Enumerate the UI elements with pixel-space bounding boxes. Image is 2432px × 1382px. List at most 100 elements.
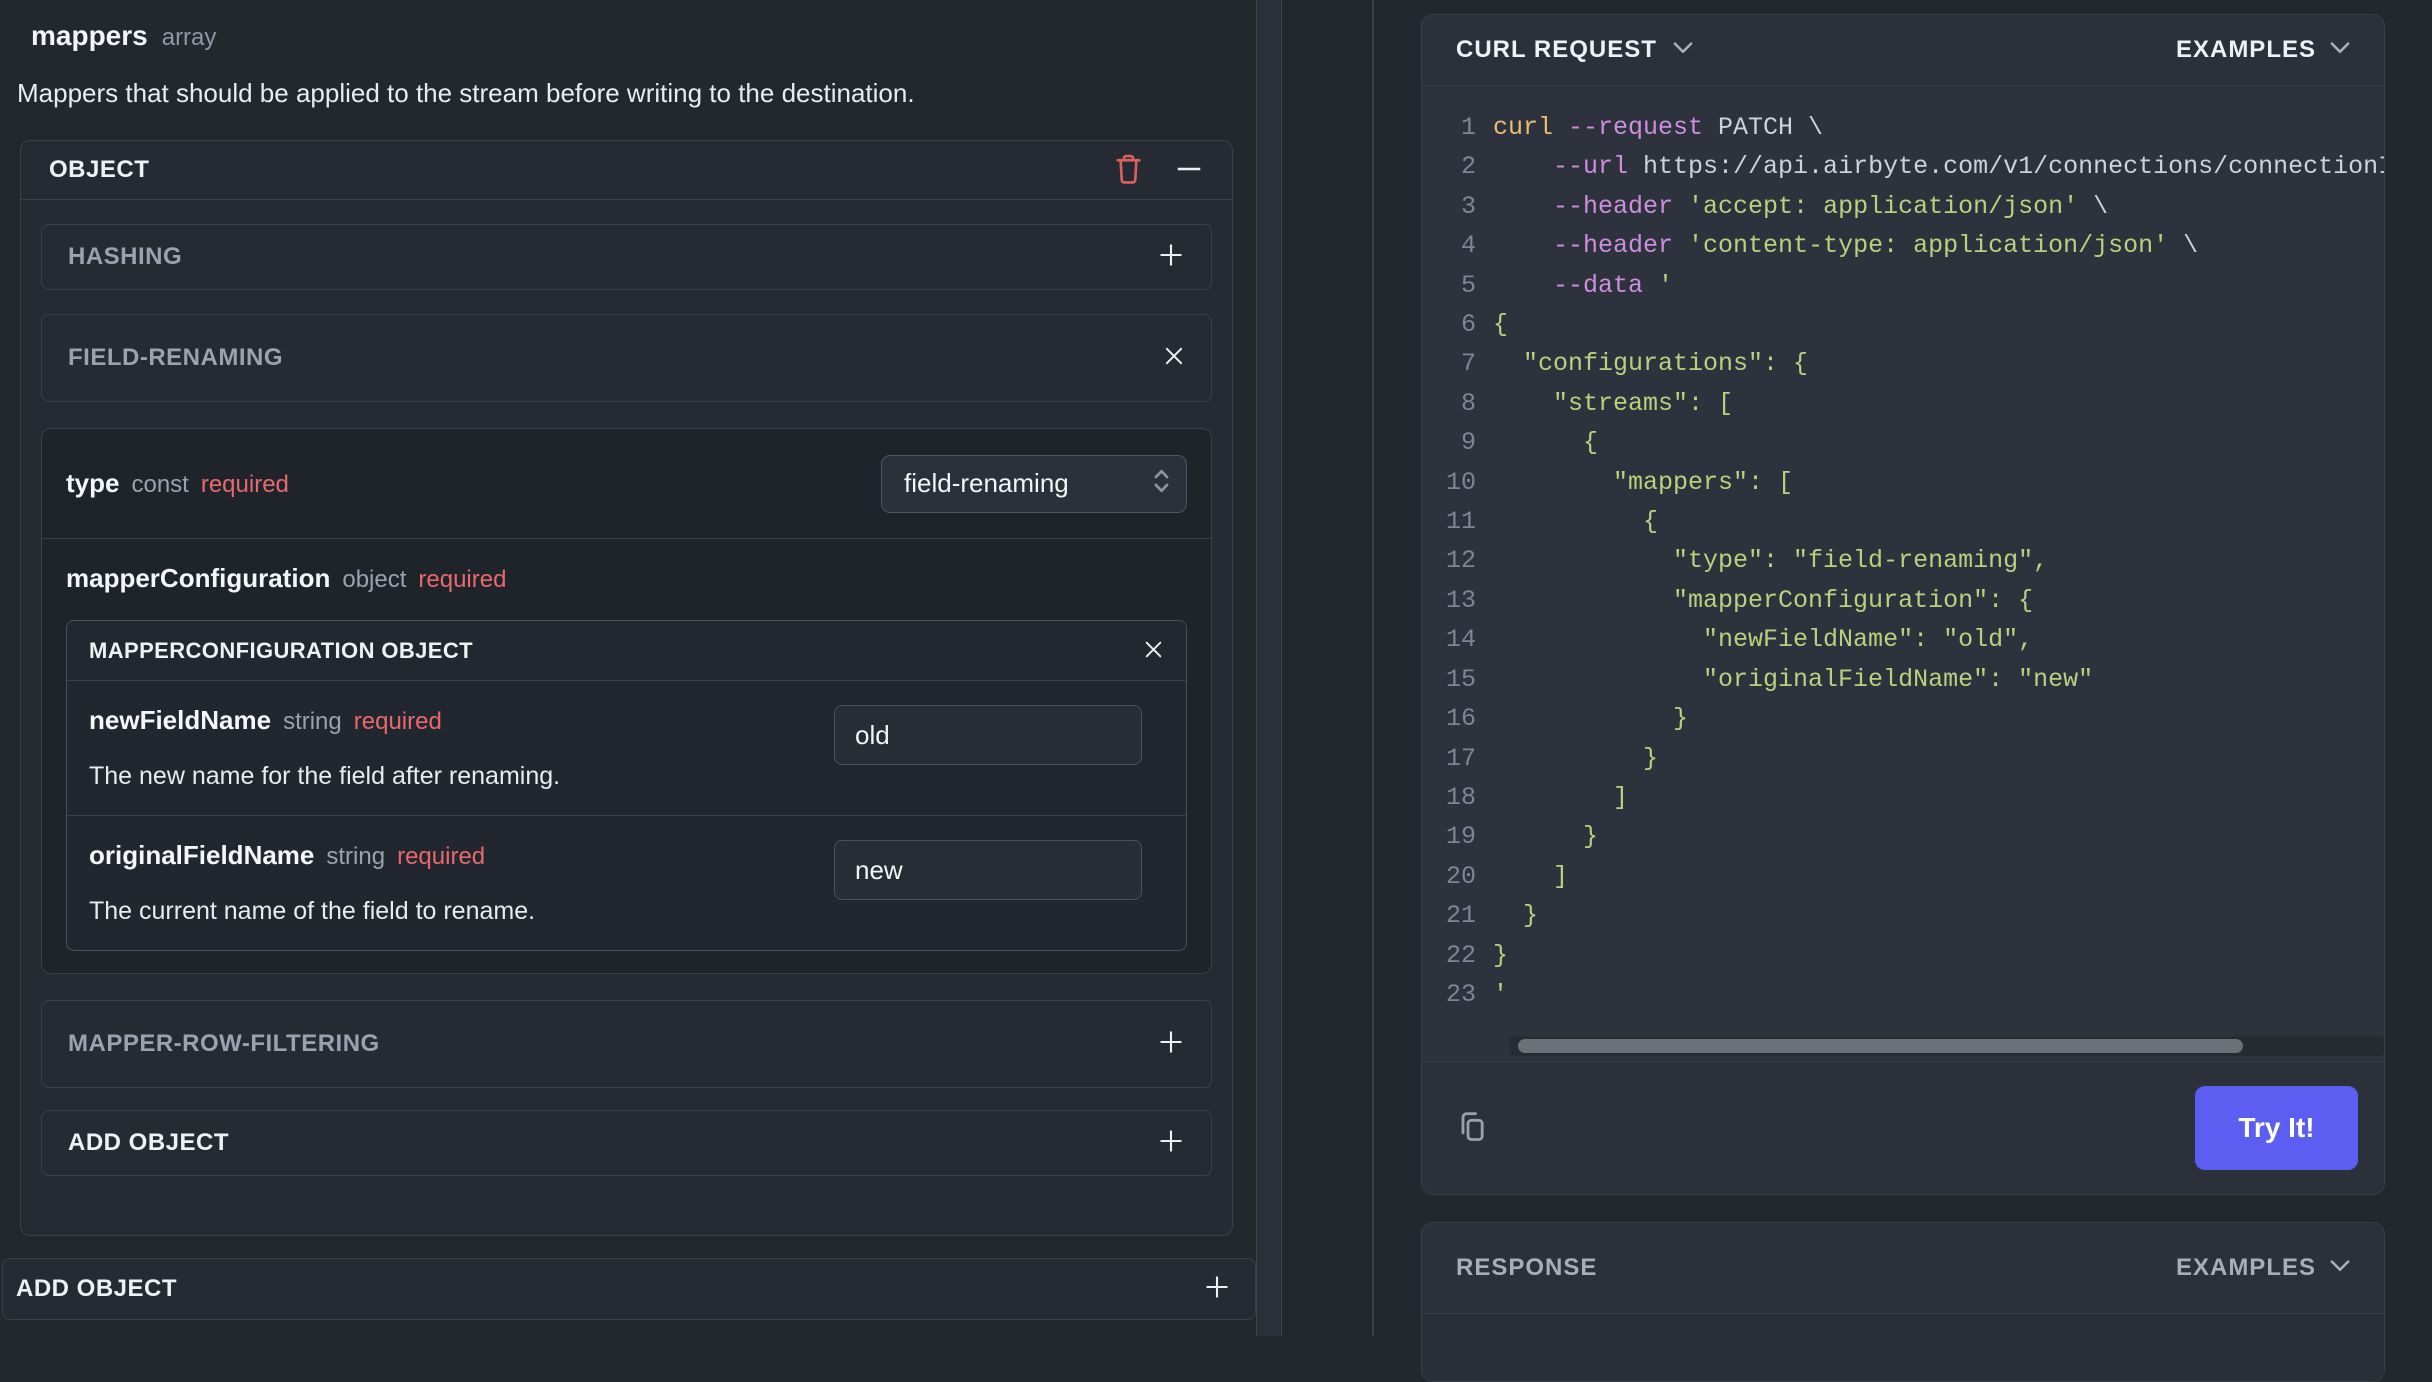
line-number: 8 <box>1460 388 1476 418</box>
line-number: 11 <box>1445 507 1476 537</box>
try-it-button[interactable]: Try It! <box>2195 1086 2358 1170</box>
mapper-configuration-object-header: MAPPERCONFIGURATION OBJECT <box>67 621 1186 681</box>
mapper-row-filtering-label: MAPPER-ROW-FILTERING <box>68 1030 380 1057</box>
mapper-configuration-heading: mapperConfiguration object required <box>66 563 1187 594</box>
code-line: 20 ] <box>1438 857 2384 896</box>
line-number: 14 <box>1445 625 1476 655</box>
property-name: mapperConfiguration <box>66 563 331 593</box>
type-property-heading: type const required <box>66 468 289 499</box>
line-number: 21 <box>1445 901 1476 931</box>
code-line: 19 } <box>1438 817 2384 856</box>
property-name: originalFieldName <box>89 840 315 870</box>
column-resizer[interactable] <box>1256 0 1282 1336</box>
line-number: 13 <box>1445 585 1476 615</box>
close-mapper-configuration-button[interactable] <box>1143 639 1164 663</box>
curl-request-title: CURL REQUEST <box>1456 36 1657 63</box>
code-line: 9 { <box>1438 423 2384 462</box>
mapper-configuration-row: mapperConfiguration object required MAPP… <box>42 539 1211 973</box>
close-icon <box>1163 345 1185 372</box>
code-line: 2 --url https://api.airbyte.com/v1/conne… <box>1438 147 2384 186</box>
object-card-body: HASHING FIELD-RENAMING type const requir… <box>21 200 1232 1176</box>
object-card: OBJECT HASHING FIELD-RENAMING type const… <box>20 140 1233 1236</box>
field-description: Mappers that should be applied to the st… <box>17 78 915 108</box>
minus-icon <box>1174 154 1204 187</box>
code-line: 16 } <box>1438 699 2384 738</box>
horizontal-scrollbar-thumb[interactable] <box>1518 1039 2243 1053</box>
delete-object-button[interactable] <box>1113 152 1144 188</box>
mapper-row-filtering-option[interactable]: MAPPER-ROW-FILTERING <box>41 1000 1212 1088</box>
response-examples-dropdown[interactable]: EXAMPLES <box>2176 1254 2350 1282</box>
response-header: RESPONSE EXAMPLES <box>1422 1223 2384 1314</box>
line-number: 10 <box>1445 467 1476 497</box>
plus-icon <box>1157 1127 1185 1160</box>
hashing-label: HASHING <box>68 243 183 270</box>
code-line: 1 curl --request PATCH \ <box>1438 108 2384 147</box>
property-description: The current name of the field to rename. <box>89 897 536 925</box>
line-number: 16 <box>1445 704 1476 734</box>
type-select[interactable]: field-renaming <box>881 454 1187 513</box>
curl-request-panel: CURL REQUEST EXAMPLES 1 curl --request PA… <box>1421 14 2385 1195</box>
code-line: 15 "originalFieldName": "new" <box>1438 660 2384 699</box>
line-number: 18 <box>1445 782 1476 812</box>
line-number: 4 <box>1460 231 1476 261</box>
code-column: CURL REQUEST EXAMPLES 1 curl --request PA… <box>1374 0 2432 1382</box>
property-description: The new name for the field after renamin… <box>89 762 561 790</box>
line-number: 17 <box>1445 743 1476 773</box>
type-property-row: type const required field-renaming <box>42 429 1211 539</box>
type-select-value: field-renaming <box>904 468 1069 498</box>
code-line: 13 "mapperConfiguration": { <box>1438 581 2384 620</box>
original-field-name-row: originalFieldName string required The cu… <box>67 815 1186 950</box>
collapse-object-button[interactable] <box>1174 154 1204 187</box>
code-line: 3 --header 'accept: application/json' \ <box>1438 187 2384 226</box>
code-line: 6{ <box>1438 305 2384 344</box>
code-line: 8 "streams": [ <box>1438 384 2384 423</box>
code-line: 22} <box>1438 936 2384 975</box>
response-body <box>1422 1314 2384 1381</box>
required-badge: required <box>397 843 486 870</box>
code-line: 5 --data ' <box>1438 266 2384 305</box>
line-number: 22 <box>1445 940 1476 970</box>
required-badge: required <box>353 708 442 735</box>
new-field-name-row: newFieldName string required The new nam… <box>67 681 1186 815</box>
field-renaming-option[interactable]: FIELD-RENAMING <box>41 314 1212 402</box>
add-object-outer-button[interactable]: ADD OBJECT <box>2 1258 1256 1320</box>
chevron-down-icon <box>2330 1259 2350 1277</box>
hashing-option[interactable]: HASHING <box>41 224 1212 290</box>
add-object-inner-button[interactable]: ADD OBJECT <box>41 1110 1212 1176</box>
code-line: 14 "newFieldName": "old", <box>1438 620 2384 659</box>
line-number: 6 <box>1460 310 1476 340</box>
add-object-label: ADD OBJECT <box>68 1129 230 1156</box>
request-examples-dropdown[interactable]: EXAMPLES <box>2176 36 2350 64</box>
copy-code-button[interactable] <box>1453 1107 1493 1150</box>
line-number: 12 <box>1445 546 1476 576</box>
field-heading: mappers array <box>31 20 1256 52</box>
response-title: RESPONSE <box>1456 1254 1598 1281</box>
field-name: mappers <box>31 20 148 51</box>
line-number: 19 <box>1445 822 1476 852</box>
property-name: type <box>66 468 120 498</box>
code-line: 12 "type": "field-renaming", <box>1438 541 2384 580</box>
object-card-header: OBJECT <box>21 141 1232 200</box>
new-field-name-input[interactable] <box>834 705 1142 765</box>
curl-request-footer: Try It! <box>1422 1061 2384 1194</box>
property-kind: string <box>283 708 342 735</box>
mapper-configuration-object-title: MAPPERCONFIGURATION OBJECT <box>89 637 474 663</box>
examples-label: EXAMPLES <box>2175 1254 2316 1281</box>
line-number: 15 <box>1445 664 1476 694</box>
mapper-configuration-object-card: MAPPERCONFIGURATION OBJECT newFieldName <box>66 620 1187 951</box>
plus-icon <box>1157 1028 1185 1061</box>
plus-icon <box>1157 241 1185 274</box>
original-field-name-input[interactable] <box>834 840 1142 900</box>
copy-icon <box>1453 1107 1493 1150</box>
code-line: 18 ] <box>1438 778 2384 817</box>
property-kind: const <box>131 471 189 498</box>
code-block[interactable]: 1 curl --request PATCH \ 2 --url https://a… <box>1422 85 2384 1061</box>
close-icon <box>1143 639 1164 663</box>
request-language-dropdown[interactable]: CURL REQUEST <box>1456 36 1693 64</box>
field-renaming-detail-panel: type const required field-renaming mappe… <box>41 428 1212 974</box>
line-number: 5 <box>1460 270 1476 300</box>
horizontal-scrollbar-track[interactable] <box>1510 1036 2384 1056</box>
chevron-down-icon <box>2330 41 2350 59</box>
examples-label: EXAMPLES <box>2175 36 2316 63</box>
code-line: 10 "mappers": [ <box>1438 463 2384 502</box>
